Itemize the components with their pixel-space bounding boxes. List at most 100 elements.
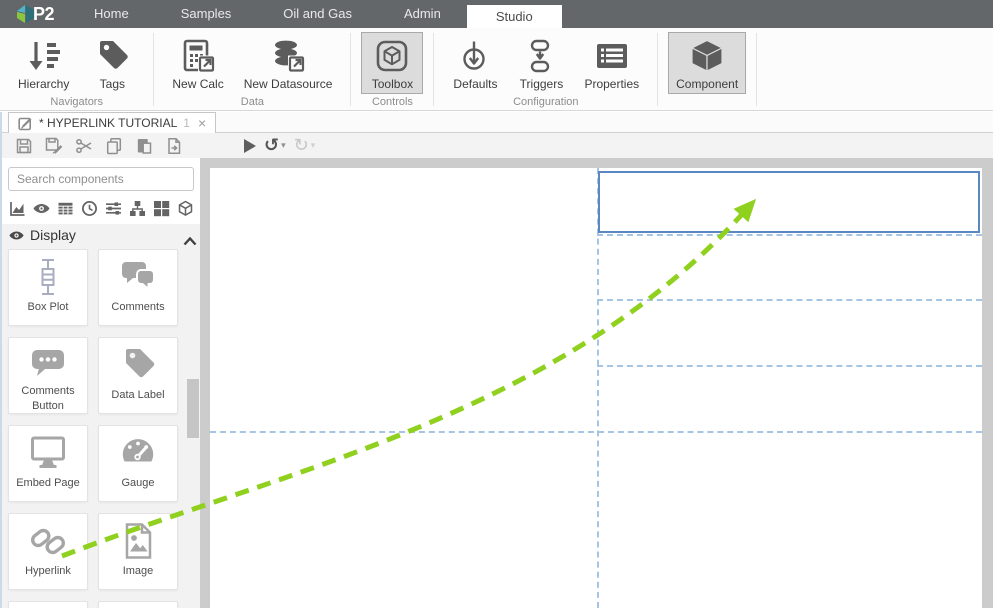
ribbon-group-component: Component — [660, 28, 754, 110]
toolbox-button[interactable]: Toolbox — [361, 32, 424, 94]
grid-row-guide — [210, 431, 982, 433]
defaults-button[interactable]: Defaults — [444, 32, 506, 94]
redo-button-disabled: ↻ — [293, 134, 309, 156]
embed-page-icon — [9, 431, 87, 475]
edit-pencil-icon — [18, 117, 32, 130]
cut-button[interactable] — [72, 135, 96, 157]
grid-category-icon[interactable] — [152, 199, 170, 217]
calculator-new-icon — [180, 36, 216, 76]
cube-category-icon[interactable] — [176, 199, 194, 217]
component-tile-gauge[interactable]: Gauge — [98, 425, 178, 502]
undo-button[interactable]: ↺ — [264, 136, 279, 155]
grid-row-guide — [597, 299, 982, 301]
ribbon-group-label: Configuration — [513, 96, 579, 108]
new-calc-button[interactable]: New Calc — [164, 32, 231, 94]
component-tile-comments[interactable]: Comments — [98, 249, 178, 326]
properties-button-label: Properties — [584, 77, 640, 91]
document-tab-badge: 1 — [183, 116, 190, 130]
toolbox-cube-icon — [374, 36, 410, 76]
new-datasource-button-label: New Datasource — [243, 77, 333, 91]
ribbon-group-controls: Toolbox Controls — [353, 28, 431, 110]
component-tile-label: Box Plot — [27, 301, 69, 313]
nav-item-oil-and-gas[interactable]: Oil and Gas — [257, 0, 378, 28]
org-chart-category-icon[interactable] — [128, 199, 146, 217]
export-button[interactable] — [162, 135, 186, 157]
tag-icon — [94, 36, 130, 76]
component-tile-embed-page[interactable]: Embed Page — [8, 425, 88, 502]
hierarchy-button[interactable]: Hierarchy — [10, 32, 77, 94]
sidebar-scrollbar-thumb[interactable] — [187, 379, 199, 438]
component-tile-box-plot[interactable]: Box Plot — [8, 249, 88, 326]
toolbox-button-label: Toolbox — [371, 77, 414, 91]
triggers-button-label: Triggers — [519, 77, 564, 91]
component-tile-hyperlink[interactable]: Hyperlink — [8, 513, 88, 590]
ribbon-separator — [153, 33, 155, 106]
triggers-icon — [523, 36, 559, 76]
nav-item-studio-active[interactable]: Studio — [466, 5, 562, 28]
nav-item-home[interactable]: Home — [68, 0, 155, 28]
grid-row-guide — [597, 234, 982, 236]
comments-button-icon — [9, 343, 87, 383]
triggers-button[interactable]: Triggers — [510, 32, 572, 94]
ribbon-separator — [756, 33, 758, 106]
dashboard-page[interactable] — [210, 168, 982, 608]
undo-dropdown-caret[interactable]: ▾ — [281, 140, 286, 151]
data-label-icon — [99, 343, 177, 387]
document-tab-bar: * HYPERLINK TUTORIAL 1 × — [0, 112, 993, 133]
component-tile-data-label[interactable]: Data Label — [98, 337, 178, 414]
clock-category-icon[interactable] — [80, 199, 98, 217]
defaults-button-label: Defaults — [453, 77, 498, 91]
ribbon-separator — [657, 33, 659, 106]
component-tile-partial[interactable] — [8, 601, 88, 608]
hyperlink-icon — [9, 519, 87, 563]
save-button[interactable] — [12, 135, 36, 157]
component-button-label: Component — [676, 77, 739, 91]
search-components-input[interactable] — [8, 167, 194, 191]
new-datasource-button[interactable]: New Datasource — [236, 32, 341, 94]
sliders-category-icon[interactable] — [104, 199, 122, 217]
ribbon-separator — [433, 33, 435, 106]
comments-icon — [99, 255, 177, 299]
window-left-edge — [0, 112, 2, 608]
tab-close-icon[interactable]: × — [198, 116, 206, 130]
display-panel: Display Box Plot Comments Comments Butto… — [0, 224, 200, 608]
p2-logo: P2 — [13, 2, 55, 26]
selected-component-dropzone[interactable] — [598, 171, 980, 233]
redo-dropdown-caret: ▾ — [310, 140, 316, 150]
component-category-row — [8, 199, 194, 217]
nav-item-admin[interactable]: Admin — [378, 0, 467, 28]
hierarchy-icon — [26, 36, 62, 76]
paste-button[interactable] — [132, 135, 156, 157]
box-plot-icon — [9, 255, 87, 299]
scroll-up-chevron-icon[interactable] — [183, 233, 197, 251]
tags-button[interactable]: Tags — [81, 32, 143, 94]
display-section-header[interactable]: Display — [9, 227, 76, 243]
eye-category-icon[interactable] — [32, 199, 50, 217]
top-navigation-bar: P2 Home Samples Oil and Gas Admin Studio — [0, 0, 993, 28]
component-button[interactable]: Component — [668, 32, 747, 94]
area-chart-category-icon[interactable] — [8, 199, 26, 217]
component-tile-label: Hyperlink — [25, 565, 71, 577]
properties-button[interactable]: Properties — [576, 32, 647, 94]
component-cube-icon — [688, 36, 726, 76]
component-tile-partial[interactable] — [98, 601, 178, 608]
cut-scissors-icon — [76, 138, 92, 153]
run-play-button[interactable] — [244, 138, 256, 153]
document-toolbar: ↺ ▾ ↻ ▾ — [0, 133, 993, 158]
component-tile-label: Embed Page — [16, 477, 80, 489]
display-eye-icon — [9, 231, 24, 239]
ribbon-group-label: Navigators — [50, 96, 103, 108]
ribbon-group-data: New Calc New Datasource Data — [156, 28, 348, 110]
tags-button-label: Tags — [99, 77, 126, 91]
grid-row-guide — [597, 365, 982, 367]
component-tile-image[interactable]: Image — [98, 513, 178, 590]
database-new-icon — [270, 36, 306, 76]
copy-button[interactable] — [102, 135, 126, 157]
component-tile-label: Comments Button — [21, 385, 75, 412]
document-tab[interactable]: * HYPERLINK TUTORIAL 1 × — [8, 112, 217, 133]
component-tile-comments-button[interactable]: Comments Button — [8, 337, 88, 414]
nav-item-samples[interactable]: Samples — [155, 0, 258, 28]
table-category-icon[interactable] — [56, 199, 74, 217]
component-sidebar: Display Box Plot — [0, 158, 200, 608]
save-as-button[interactable] — [42, 135, 66, 157]
